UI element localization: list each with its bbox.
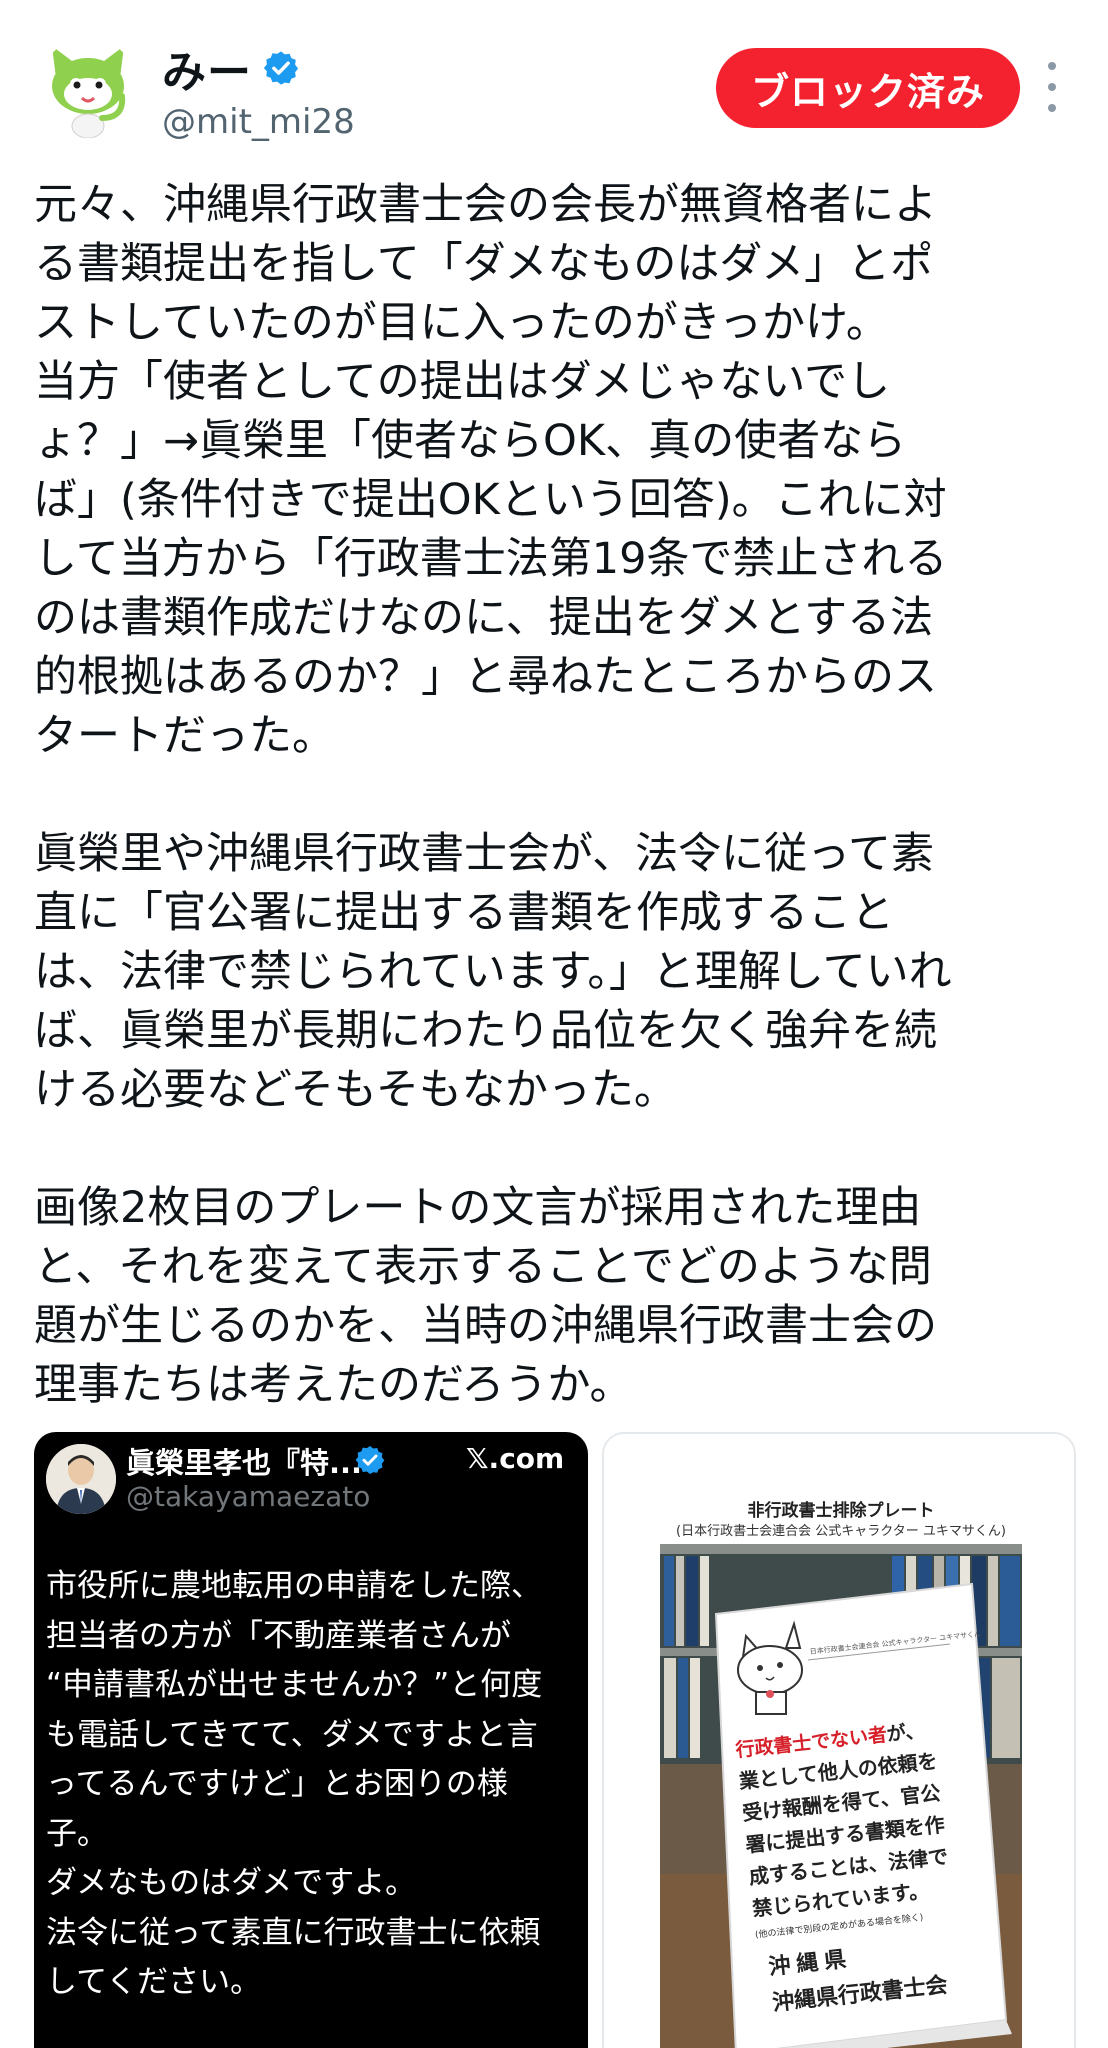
tweet-line: る書類提出を指して「ダメなものはダメ」とポ [34, 239, 934, 289]
tweet-paragraph-2: 眞榮里や沖縄県行政書士会が、法令に従って素 直に「官公署に提出する書類を作成する… [34, 825, 1084, 1120]
quoted-handle: @takayamaezato [126, 1480, 371, 1513]
tweet-line: のは書類作成だけなのに、提出をダメとする法 [34, 593, 934, 643]
plate-card-title: 非行政書士排除プレート [747, 1501, 935, 1521]
quoted-text: 市役所に農地転用の申請をした際、 担当者の方が「不動産業者さんが “申請書私が出… [46, 1562, 586, 2008]
plate-photo-scene: 日本行政書士会連合会 公式キャラクター ユキマサくん 行政書士でない者 が、 業… [660, 1544, 1022, 2048]
person-avatar-icon [46, 1444, 116, 1514]
tweet-line: 画像2枚目のプレートの文言が採用された理由 [34, 1183, 922, 1233]
more-vertical-icon[interactable] [1040, 62, 1064, 112]
tweet-line: して当方から「行政書士法第19条で禁止される [34, 534, 948, 584]
quoted-line: 市役所に農地転用の申請をした際、 [46, 1568, 542, 1604]
tweet-line: ょ？」→眞榮里「使者ならOK、真の使者なら [34, 416, 907, 466]
quoted-line: “申請書私が出せませんか？”と何度 [46, 1667, 543, 1703]
tweet-paragraph-3: 画像2枚目のプレートの文言が採用された理由 と、それを変えて表示することでどのよ… [34, 1179, 1084, 1415]
avatar[interactable] [38, 38, 138, 138]
blocked-button[interactable]: ブロック済み [716, 48, 1020, 128]
verified-badge-icon [263, 51, 299, 85]
tweet-line: と、それを変えて表示することでどのような問 [34, 1242, 932, 1292]
plate-photo: 日本行政書士会連合会 公式キャラクター ユキマサくん 行政書士でない者 が、 業… [660, 1544, 1022, 2048]
tweet-line: 的根拠はあるのか？」と尋ねたところからのス [34, 652, 937, 702]
tweet-line: 題が生じるのかを、当時の沖縄県行政書士会の [34, 1301, 937, 1351]
quoted-avatar [46, 1444, 116, 1514]
verified-badge-icon [355, 1446, 385, 1474]
tweet-line: 理事たちは考えたのだろうか。 [34, 1360, 633, 1410]
more-dot [1048, 83, 1056, 91]
tweet-paragraph-1: 元々、沖縄県行政書士会の会長が無資格者によ る書類提出を指して「ダメなものはダメ… [34, 176, 1084, 766]
plate-card-subtitle: (日本行政書士会連合会 公式キャラクター ユキマサくん) [676, 1524, 1006, 1539]
tweet-line: は、法律で禁じられています。」と理解していれ [34, 947, 952, 997]
media-image-quoted-post[interactable]: 眞榮里孝也『特... @takayamaezato 𝕏.com 市役所に農地転用… [34, 1432, 588, 2048]
user-handle[interactable]: @mit_mi28 [162, 102, 355, 142]
tweet-text: 元々、沖縄県行政書士会の会長が無資格者によ る書類提出を指して「ダメなものはダメ… [34, 176, 1084, 1415]
tweet-line: 当方「使者としての提出はダメじゃないでし [34, 357, 891, 407]
quoted-line: も電話してきてて、ダメですよと言 [46, 1716, 538, 1753]
quoted-line: 子。 [46, 1815, 108, 1852]
plate-highlight-suffix: が、 [886, 1719, 926, 1746]
tweet-line: ば、眞榮里が長期にわたり品位を欠く強弁を続 [34, 1006, 937, 1056]
tweet-header: みー @mit_mi28 ブロック済み [0, 0, 1108, 150]
tweet-line: 直に「官公署に提出する書類を作成すること [34, 888, 894, 938]
media-image-plate[interactable]: 非行政書士排除プレート (日本行政書士会連合会 公式キャラクター ユキマサくん) [602, 1432, 1076, 2048]
quoted-display-name: 眞榮里孝也『特... [126, 1446, 363, 1480]
green-cat-mascot-icon [38, 38, 138, 138]
tweet-line: 元々、沖縄県行政書士会の会長が無資格者によ [34, 180, 937, 230]
more-dot [1048, 62, 1056, 70]
more-dot [1048, 104, 1056, 112]
tweet-line: タートだった。 [34, 711, 335, 761]
tweet-line: ストしていたのが目に入ったのがきっかけ。 [34, 298, 889, 348]
quoted-line: ってるんですけど」とお困りの様 [46, 1766, 508, 1802]
name-row: みー [162, 36, 300, 100]
quoted-line: してください。 [46, 1964, 262, 2000]
tweet-line: 眞榮里や沖縄県行政書士会が、法令に従って素 [34, 829, 934, 879]
quoted-line: ダメなものはダメですよ。 [46, 1865, 417, 1901]
quoted-line: 法令に従って素直に行政書士に依頼 [46, 1914, 541, 1951]
quoted-line: 担当者の方が「不動産業者さんが [46, 1617, 511, 1654]
tweet-line: ける必要などそもそもなかった。 [34, 1065, 677, 1115]
x-logo-label: 𝕏.com [466, 1442, 565, 1475]
tweet-line: ば」(条件付きで提出OKという回答)。これに対 [34, 475, 947, 525]
display-name[interactable]: みー [162, 36, 252, 100]
